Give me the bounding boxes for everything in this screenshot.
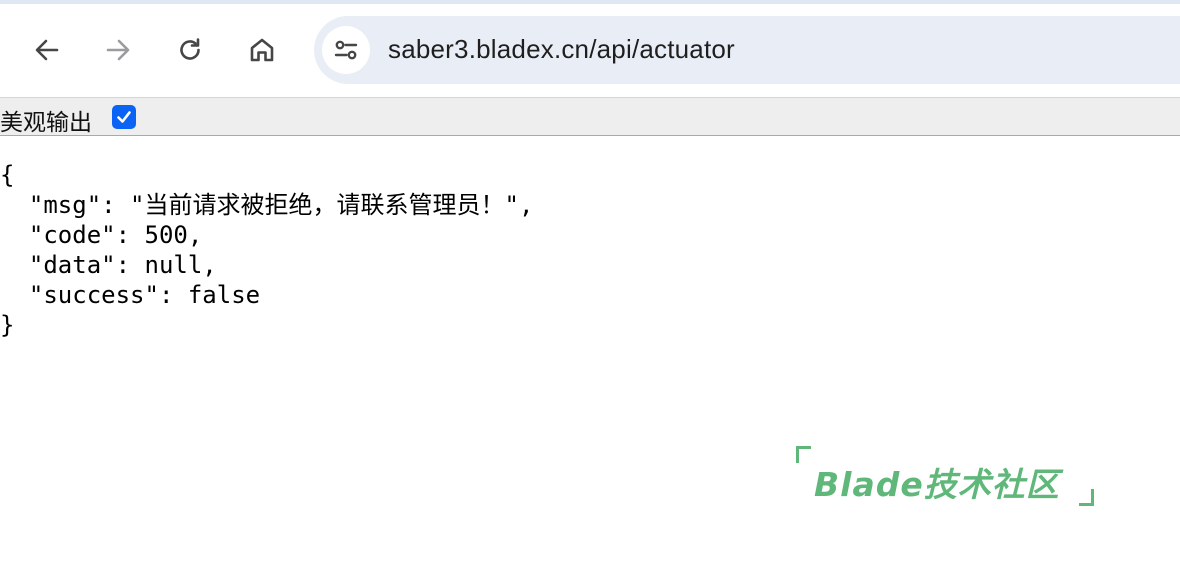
json-line: "msg": "当前请求被拒绝，请联系管理员！", bbox=[0, 191, 534, 219]
json-line: "data": null, bbox=[0, 251, 217, 279]
json-response: { "msg": "当前请求被拒绝，请联系管理员！", "code": 500,… bbox=[0, 160, 533, 340]
reload-button[interactable] bbox=[168, 28, 212, 72]
pretty-print-checkbox[interactable] bbox=[112, 105, 136, 129]
json-line: "success": false bbox=[0, 281, 261, 309]
address-bar[interactable]: saber3.bladex.cn/api/actuator bbox=[314, 16, 1180, 84]
tab-strip-edge bbox=[0, 0, 1180, 4]
pretty-print-bar: 美观输出 bbox=[0, 97, 1180, 136]
arrow-right-icon bbox=[106, 39, 130, 61]
json-line: "code": 500, bbox=[0, 221, 203, 249]
site-info-button[interactable] bbox=[322, 26, 370, 74]
home-icon bbox=[250, 38, 274, 62]
browser-window: saber3.bladex.cn/api/actuator 美观输出 { "ms… bbox=[0, 0, 1180, 568]
watermark-corner-bracket bbox=[796, 446, 811, 463]
pretty-print-label[interactable]: 美观输出 bbox=[0, 103, 92, 137]
home-button[interactable] bbox=[240, 28, 284, 72]
json-line: } bbox=[0, 311, 15, 339]
url-text[interactable]: saber3.bladex.cn/api/actuator bbox=[388, 34, 735, 65]
back-button[interactable] bbox=[25, 28, 69, 72]
checkmark-icon bbox=[117, 111, 131, 123]
watermark: Blade技术社区 bbox=[796, 446, 1096, 508]
forward-button[interactable] bbox=[96, 28, 140, 72]
json-line: { bbox=[0, 161, 15, 189]
watermark-text: Blade技术社区 bbox=[814, 465, 1060, 504]
browser-toolbar: saber3.bladex.cn/api/actuator bbox=[0, 0, 1180, 97]
arrow-left-icon bbox=[35, 39, 59, 61]
tune-icon bbox=[334, 40, 358, 60]
reload-icon bbox=[180, 38, 200, 60]
watermark-corner-bracket bbox=[1079, 489, 1094, 506]
